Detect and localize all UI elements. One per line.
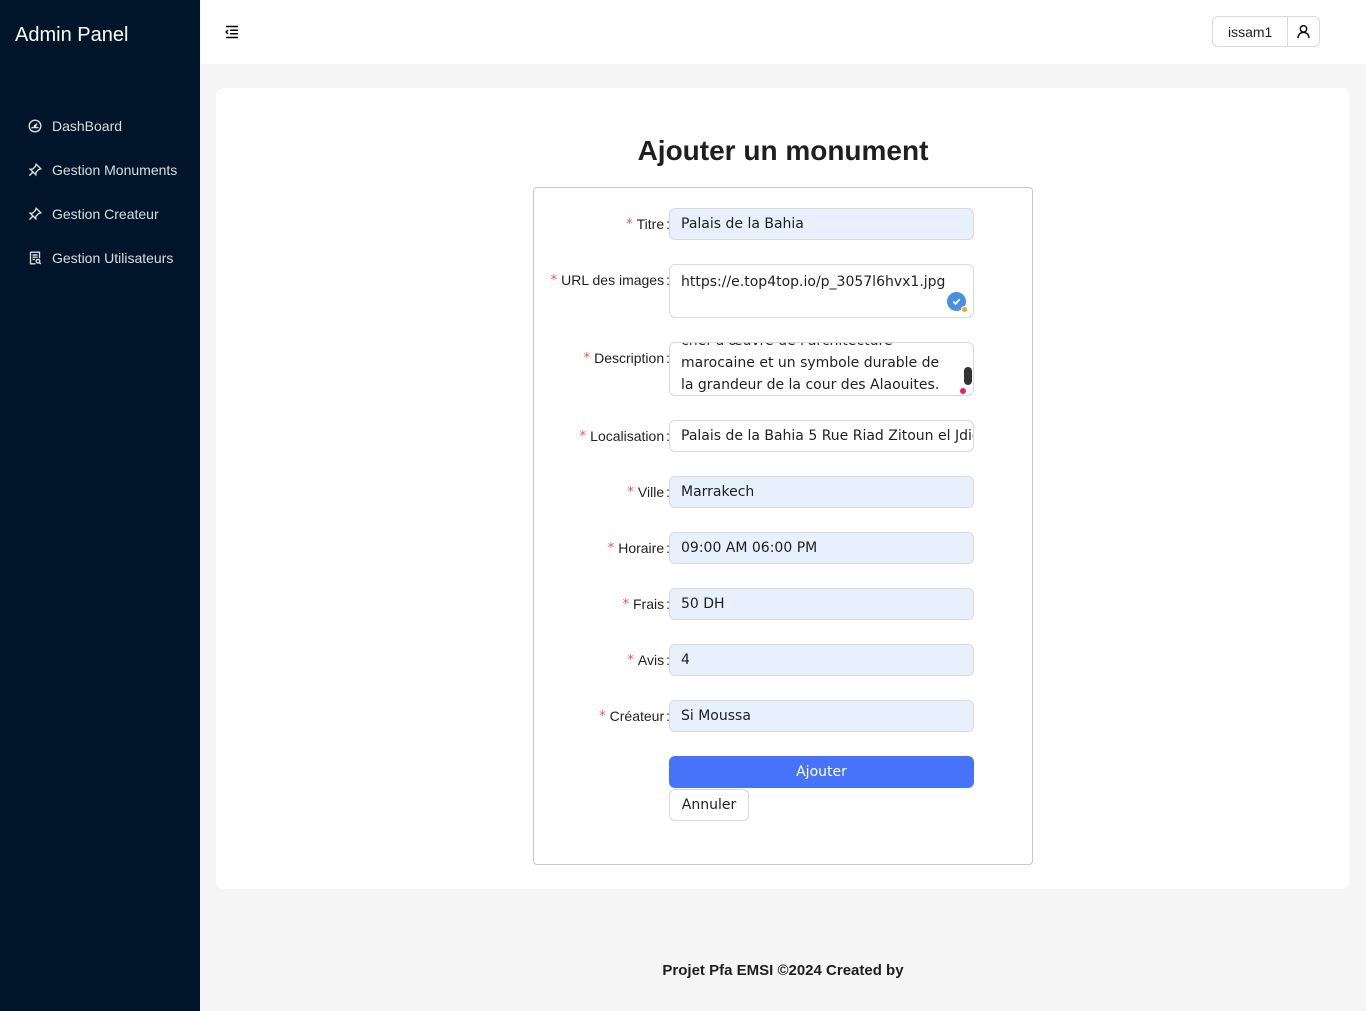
field-label: *Frais: [622,588,670,620]
main-content: Ajouter un monument *Titre: Palais de la… [216,88,1350,889]
user-icon-button[interactable] [1288,16,1321,47]
label-text: Titre [636,216,665,232]
description-textarea[interactable]: chef-d'œuvre de l'architecture marocaine… [669,342,974,396]
user-icon [1297,24,1310,39]
field-label: *Horaire: [608,532,670,564]
sidebar-item-label: Gestion Utilisateurs [52,250,174,266]
app-logo: Admin Panel [15,24,129,46]
sidebar-item-label: Gestion Monuments [52,162,178,178]
field-label: *Ville: [627,476,670,508]
frais-input[interactable]: 50 DH [669,588,974,620]
ville-input[interactable]: Marrakech [669,476,974,508]
sidebar-item-label: Gestion Createur [52,206,159,222]
required-mark: * [550,272,558,288]
titre-input[interactable]: Palais de la Bahia [669,208,974,240]
resize-handle-icon[interactable] [964,386,972,395]
label-text: Localisation [590,428,665,444]
avis-input[interactable]: 4 [669,644,974,676]
required-mark: * [627,484,634,500]
ajouter-button[interactable]: Ajouter [669,756,974,788]
sidebar-item-dashboard[interactable]: DashBoard [0,106,200,146]
required-mark: * [579,428,587,444]
field-label: *Description: [584,342,670,374]
sidebar-item-gestion-createur[interactable]: Gestion Createur [0,194,200,234]
user-dropdown: issam1 [1212,16,1321,47]
resize-handle-icon[interactable] [964,308,972,317]
username-button[interactable]: issam1 [1212,16,1289,47]
createur-input[interactable]: Si Moussa [669,700,974,732]
pushpin-icon [28,207,42,221]
required-mark: * [626,216,633,232]
page-title: Ajouter un monument [637,135,929,166]
required-mark: * [622,596,629,612]
horaire-input[interactable]: 09:00 AM 06:00 PM [669,532,974,564]
label-text: Ville [637,484,665,500]
label-text: Frais [632,596,665,612]
field-label: *Créateur: [599,700,670,732]
pushpin-icon [28,163,42,177]
menu-fold-icon[interactable] [224,24,240,40]
annuler-button[interactable]: Annuler [669,789,749,821]
required-mark: * [607,540,615,556]
required-mark: * [599,708,606,724]
audit-icon [28,251,42,265]
field-label: *Localisation: [580,420,670,452]
label-text: Avis [637,652,665,668]
sidebar-menu: DashBoard Gestion Monuments Gestion Crea… [0,106,200,282]
sidebar: Admin Panel DashBoard Gestion Monuments … [0,0,200,1011]
label-text: URL des images [561,272,665,288]
sidebar-item-label: DashBoard [52,118,123,134]
field-label: *URL des images: [551,264,670,296]
scrollbar-thumb[interactable] [964,367,972,385]
dashboard-icon [28,119,42,133]
description-value: chef-d'œuvre de l'architecture marocaine… [681,343,940,393]
url-images-textarea[interactable]: https://e.top4top.io/p_3057l6hvx1.jpg [669,264,974,318]
sidebar-item-gestion-utilisateurs[interactable]: Gestion Utilisateurs [0,238,200,278]
field-label: *Titre: [626,208,670,240]
sidebar-item-gestion-monuments[interactable]: Gestion Monuments [0,150,200,190]
required-mark: * [583,350,591,366]
required-mark: * [627,652,634,668]
footer-text: Projet Pfa EMSI ©2024 Created by [662,962,904,979]
localisation-input[interactable]: Palais de la Bahia 5 Rue Riad Zitoun el … [669,420,974,452]
top-header: issam1 [200,0,1366,64]
field-label: *Avis: [627,644,670,676]
url-images-value: https://e.top4top.io/p_3057l6hvx1.jpg [681,274,946,290]
monument-form: *Titre: Palais de la Bahia *URL des imag… [533,187,1033,865]
label-text: Horaire [618,540,665,556]
label-text: Créateur [609,708,665,724]
label-text: Description [594,350,665,366]
